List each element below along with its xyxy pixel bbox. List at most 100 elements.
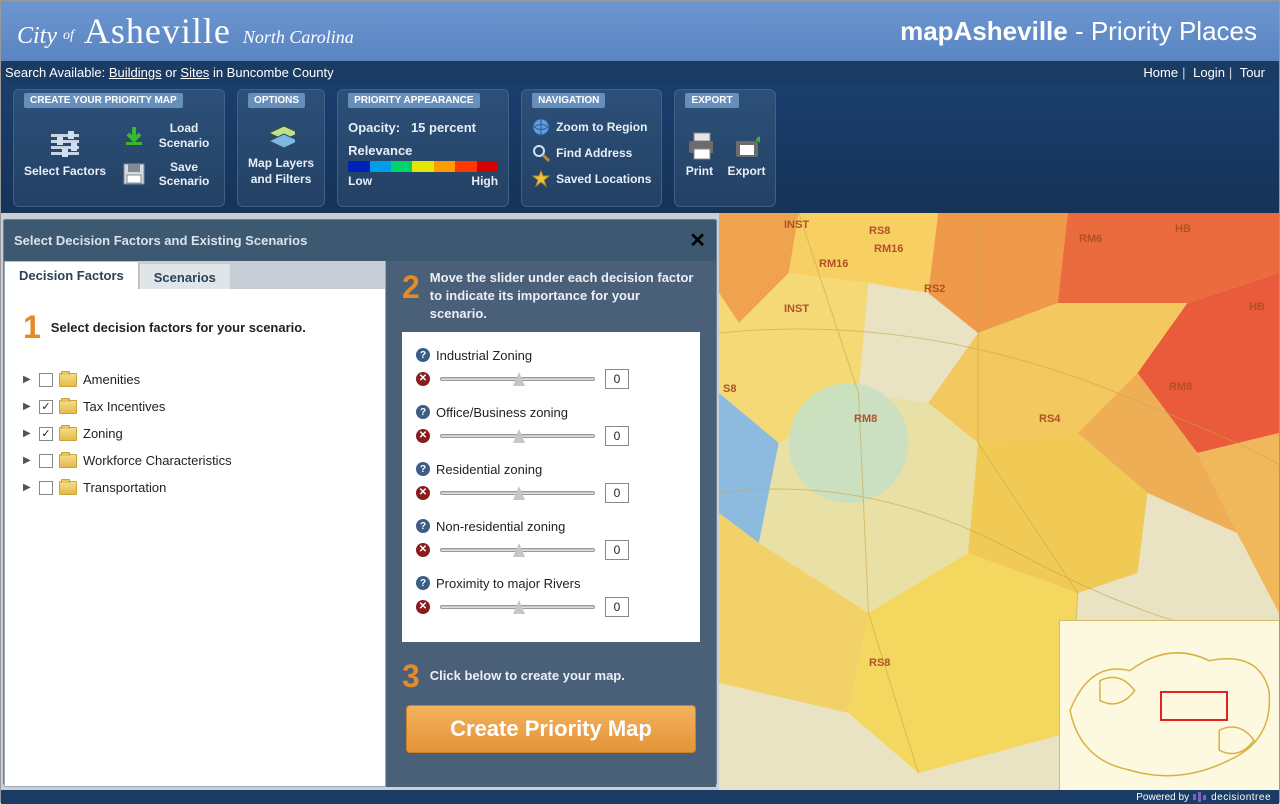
factor-name: Residential zoning (436, 462, 542, 477)
relevance-color-bar (348, 161, 498, 172)
checkbox[interactable] (39, 481, 53, 495)
step-1-number: 1 (23, 309, 41, 346)
right-pane: 2 Move the slider under each decision fa… (386, 261, 716, 787)
panel-create: CREATE YOUR PRIORITY MAP Select Factors … (13, 89, 225, 207)
map-layers-label-2: and Filters (251, 172, 312, 186)
info-icon[interactable]: ? (416, 348, 430, 362)
info-icon[interactable]: ? (416, 405, 430, 419)
nav-tour[interactable]: Tour (1240, 65, 1265, 80)
tree-item-label: Transportation (83, 480, 166, 495)
load-scenario-button[interactable]: Load Scenario (120, 121, 214, 150)
link-buildings[interactable]: Buildings (109, 65, 162, 80)
remove-icon[interactable]: ✕ (416, 486, 430, 500)
create-priority-map-button[interactable]: Create Priority Map (406, 705, 696, 753)
step-3-number: 3 (402, 658, 420, 695)
tab-scenarios[interactable]: Scenarios (139, 263, 231, 289)
city-logo: City of Asheville North Carolina (17, 10, 354, 52)
magnifier-icon (532, 144, 550, 162)
checkbox[interactable]: ✓ (39, 400, 53, 414)
find-address-button[interactable]: Find Address (532, 144, 632, 162)
tree-item[interactable]: ▶✓Zoning (23, 420, 367, 447)
globe-icon (532, 118, 550, 136)
remove-icon[interactable]: ✕ (416, 372, 430, 386)
slider-value[interactable]: 0 (605, 597, 629, 617)
map-canvas[interactable]: INST RS8 RM16 RM16 RS2 RM6 HB HB INST S8… (719, 213, 1279, 790)
tab-decision-factors[interactable]: Decision Factors (5, 261, 139, 289)
star-icon (532, 170, 550, 188)
factor-slider-list[interactable]: ?Industrial Zoning✕0?Office/Business zon… (402, 332, 700, 642)
slider-thumb[interactable] (513, 486, 525, 500)
info-icon[interactable]: ? (416, 576, 430, 590)
panel-title-navigation: NAVIGATION (532, 93, 605, 108)
checkbox[interactable]: ✓ (39, 427, 53, 441)
relevance-label: Relevance (348, 143, 498, 158)
slider-value[interactable]: 0 (605, 426, 629, 446)
close-icon[interactable]: ✕ (689, 228, 706, 253)
export-button[interactable]: Export (727, 132, 765, 178)
factor-row: ? Residential zoning ✕ 0 (416, 462, 686, 503)
panel-title-options: OPTIONS (248, 93, 305, 108)
remove-icon[interactable]: ✕ (416, 429, 430, 443)
tree-item-label: Workforce Characteristics (83, 453, 232, 468)
chevron-right-icon: ▶ (23, 428, 33, 439)
print-button[interactable]: Print (685, 132, 713, 178)
saved-locations-button[interactable]: Saved Locations (532, 170, 651, 188)
info-icon[interactable]: ? (416, 462, 430, 476)
map-layers-button[interactable]: Map Layers and Filters (248, 124, 314, 187)
slider-value[interactable]: 0 (605, 369, 629, 389)
save-scenario-button[interactable]: Save Scenario (120, 160, 214, 189)
zoom-to-region-button[interactable]: Zoom to Region (532, 118, 647, 136)
chevron-right-icon: ▶ (23, 401, 33, 412)
checkbox[interactable] (39, 373, 53, 387)
importance-slider[interactable] (440, 434, 595, 438)
select-factors-button[interactable]: Select Factors (24, 132, 106, 178)
slider-value[interactable]: 0 (605, 483, 629, 503)
tree-item-label: Amenities (83, 372, 140, 387)
info-icon[interactable]: ? (416, 519, 430, 533)
minimap[interactable] (1059, 620, 1279, 790)
nav-home[interactable]: Home (1143, 65, 1178, 80)
select-factors-label: Select Factors (24, 164, 106, 178)
print-label: Print (686, 164, 713, 178)
minimap-viewport[interactable] (1160, 691, 1228, 721)
opacity-row: Opacity: 15 percent (348, 120, 498, 135)
export-label: Export (727, 164, 765, 178)
left-pane: Decision Factors Scenarios 1 Select deci… (4, 261, 386, 787)
importance-slider[interactable] (440, 605, 595, 609)
tree-item[interactable]: ▶ Amenities (23, 366, 367, 393)
factor-row: ?Proximity to major Rivers✕0 (416, 576, 686, 617)
chevron-right-icon: ▶ (23, 374, 33, 385)
slider-value[interactable]: 0 (605, 540, 629, 560)
importance-slider[interactable] (440, 377, 595, 381)
checkbox[interactable] (39, 454, 53, 468)
panel-options: OPTIONS Map Layers and Filters (237, 89, 325, 207)
factor-name: Non-residential zoning (436, 519, 565, 534)
slider-thumb[interactable] (513, 600, 525, 614)
folder-icon (59, 481, 77, 495)
dialog-title: Select Decision Factors and Existing Sce… (14, 233, 307, 248)
logo-main: Asheville (84, 10, 231, 52)
remove-icon[interactable]: ✕ (416, 600, 430, 614)
importance-slider[interactable] (440, 548, 595, 552)
header-bar: City of Asheville North Carolina mapAshe… (1, 1, 1279, 61)
nav-login[interactable]: Login (1193, 65, 1225, 80)
remove-icon[interactable]: ✕ (416, 543, 430, 557)
app-title-rest: - Priority Places (1068, 16, 1257, 46)
step-1-text: Select decision factors for your scenari… (51, 320, 306, 335)
slider-thumb[interactable] (513, 429, 525, 443)
slider-thumb[interactable] (513, 543, 525, 557)
save-scenario-label: Save Scenario (154, 160, 214, 189)
link-sites[interactable]: Sites (180, 65, 209, 80)
folder-icon (59, 400, 77, 414)
tree-item[interactable]: ▶Transportation (23, 474, 367, 501)
nav-links: Home| Login| Tour (1143, 65, 1265, 80)
slider-thumb[interactable] (513, 372, 525, 386)
decisiontree-brand: decisiontree (1211, 792, 1271, 803)
tree-item[interactable]: ▶Workforce Characteristics (23, 447, 367, 474)
tree-item-label: Tax Incentives (83, 399, 165, 414)
tree-item[interactable]: ▶ ✓ Tax Incentives (23, 393, 367, 420)
step-3-text: Click below to create your map. (430, 667, 625, 685)
powered-by-label: Powered by (1136, 792, 1189, 803)
importance-slider[interactable] (440, 491, 595, 495)
sliders-icon (51, 132, 79, 160)
